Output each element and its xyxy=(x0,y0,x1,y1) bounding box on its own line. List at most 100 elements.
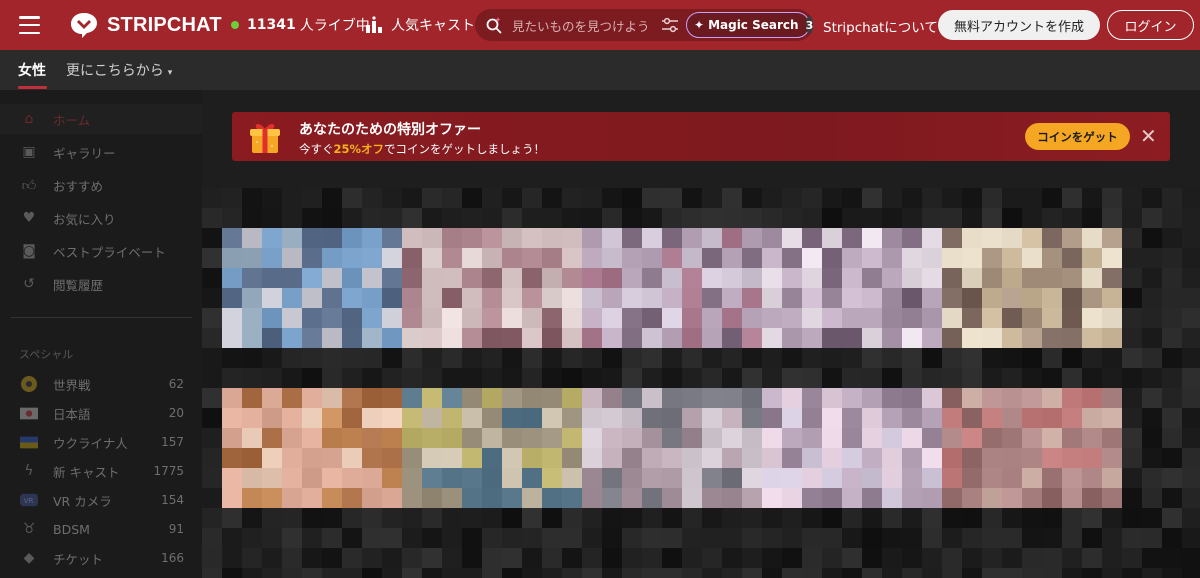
thumbnail-pixel xyxy=(562,308,582,328)
sidebar-item-vr-cams[interactable]: VR VR カメラ 154 xyxy=(0,485,202,515)
thumbnail-pixel xyxy=(642,408,662,428)
sidebar-item-world-cup[interactable]: 世界戦 62 xyxy=(0,369,202,399)
thumbnail-pixel xyxy=(682,548,702,568)
thumbnail-pixel xyxy=(842,428,862,448)
thumbnail-pixel xyxy=(462,448,482,468)
thumbnail-pixel xyxy=(942,408,962,428)
thumbnail-pixel xyxy=(1122,248,1142,268)
popular-casts-link[interactable]: 人気キャスト xyxy=(365,15,475,35)
thumbnail-pixel xyxy=(242,188,262,208)
thumbnail-pixel xyxy=(762,308,782,328)
close-icon[interactable]: ✕ xyxy=(1140,125,1157,147)
thumbnail-pixel xyxy=(762,288,782,308)
thumbnail-pixel xyxy=(982,228,1002,248)
login-button[interactable]: ログイン xyxy=(1107,10,1194,40)
thumbnail-pixel xyxy=(742,208,762,228)
thumbnail-pixel xyxy=(1082,248,1102,268)
thumbnail-pixel xyxy=(362,288,382,308)
search-bar[interactable]: 見たいものを見つけよう ✦ Magic Search 3 xyxy=(475,9,814,41)
thumbnail-pixel xyxy=(522,268,542,288)
thumbnail-pixel xyxy=(1142,368,1162,388)
thumbnail-pixel xyxy=(1082,208,1102,228)
thumbnail-pixel xyxy=(582,568,602,578)
create-account-button[interactable]: 無料アカウントを作成 xyxy=(938,10,1100,40)
thumbnail-pixel xyxy=(402,388,422,408)
thumbnail-pixel xyxy=(422,308,442,328)
thumbnail-pixel xyxy=(462,368,482,388)
thumbnail-pixel xyxy=(602,328,622,348)
thumbnail-pixel xyxy=(1082,388,1102,408)
thumbnail-pixel xyxy=(782,228,802,248)
thumbnail-pixel xyxy=(1022,348,1042,368)
thumbnail-pixel xyxy=(202,448,222,468)
thumbnail-pixel xyxy=(342,428,362,448)
thumbnail-pixel xyxy=(422,548,442,568)
thumbnail-pixel xyxy=(742,328,762,348)
thumbnail-pixel xyxy=(382,208,402,228)
thumbnail-pixel xyxy=(702,468,722,488)
thumbnail-pixel xyxy=(1122,208,1142,228)
tab-women[interactable]: 女性 xyxy=(18,60,46,80)
thumbnail-pixel xyxy=(922,528,942,548)
thumbnail-pixel xyxy=(922,488,942,508)
tab-more-dropdown[interactable]: 更にこちらから ▾ xyxy=(66,60,172,80)
thumbnail-pixel xyxy=(762,388,782,408)
sidebar-item-recommended[interactable]: 👍︎ おすすめ xyxy=(0,170,202,200)
thumbnail-pixel xyxy=(982,368,1002,388)
thumbnail-pixel xyxy=(922,228,942,248)
thumbnail-pixel xyxy=(782,528,802,548)
sidebar-item-favorites[interactable]: ♥ お気に入り xyxy=(0,203,202,233)
search-input[interactable]: 見たいものを見つけよう xyxy=(512,16,652,35)
sidebar-item-ukrainian[interactable]: ウクライナ人 157 xyxy=(0,427,202,457)
thumbnail-pixel xyxy=(782,468,802,488)
thumbnail-pixel xyxy=(682,328,702,348)
thumbnail-pixel xyxy=(1182,428,1200,448)
thumbnail-pixel xyxy=(682,288,702,308)
thumbnail-pixel xyxy=(1082,308,1102,328)
blurred-thumbnails[interactable] xyxy=(202,188,1200,578)
live-counter[interactable]: 11341 人ライブ中 xyxy=(231,15,370,35)
thumbnail-pixel xyxy=(722,268,742,288)
thumbnail-pixel xyxy=(362,388,382,408)
sidebar-item-bdsm[interactable]: ♉︎ BDSM 91 xyxy=(0,514,202,544)
thumbnail-pixel xyxy=(322,448,342,468)
sidebar-item-home[interactable]: ⌂ ホーム xyxy=(0,104,202,134)
logo[interactable]: STRIPCHAT xyxy=(69,11,222,39)
thumbnail-pixel xyxy=(922,368,942,388)
filter-icon[interactable] xyxy=(661,17,679,33)
sidebar-item-gallery[interactable]: ▣ ギャラリー xyxy=(0,137,202,167)
thumbnail-pixel xyxy=(1162,508,1182,528)
thumbnail-pixel xyxy=(1102,448,1122,468)
thumbnail-pixel xyxy=(822,528,842,548)
thumbnail-pixel xyxy=(302,528,322,548)
magic-search-button[interactable]: ✦ Magic Search 3 xyxy=(686,12,814,38)
thumbnail-pixel xyxy=(922,548,942,568)
thumbnail-pixel xyxy=(202,548,222,568)
thumbnail-pixel xyxy=(322,528,342,548)
sidebar-item-tickets[interactable]: ◆ チケット 166 xyxy=(0,543,202,573)
thumbnail-pixel xyxy=(302,388,322,408)
thumbnail-pixel xyxy=(1082,268,1102,288)
thumbnail-pixel xyxy=(1062,408,1082,428)
thumbnail-pixel xyxy=(882,468,902,488)
sidebar-item-history[interactable]: ↺ 閲覧履歴 xyxy=(0,269,202,299)
about-link[interactable]: Stripchatについて xyxy=(823,16,938,36)
thumbnail-pixel xyxy=(522,528,542,548)
thumbnail-pixel xyxy=(802,328,822,348)
get-coins-button[interactable]: コインをゲット xyxy=(1025,123,1130,150)
thumbnail-pixel xyxy=(702,228,722,248)
thumbnail-pixel xyxy=(862,368,882,388)
thumbnail-pixel xyxy=(782,448,802,468)
menu-icon[interactable] xyxy=(19,16,40,34)
thumbnail-pixel xyxy=(442,268,462,288)
thumbnail-pixel xyxy=(322,228,342,248)
promo-discount: 25%オフ xyxy=(333,142,385,156)
sidebar-item-japanese[interactable]: 日本語 20 xyxy=(0,398,202,428)
thumbnail-pixel xyxy=(262,548,282,568)
tab-more-label: 更にこちらから xyxy=(66,63,164,79)
sidebar-item-new-casts[interactable]: ϟ 新 キャスト 1775 xyxy=(0,456,202,486)
thumbnail-pixel xyxy=(482,548,502,568)
thumbnail-pixel xyxy=(402,348,422,368)
sidebar-item-best-private[interactable]: ◙ ベストプライベート xyxy=(0,236,202,266)
thumbnail-pixel xyxy=(962,468,982,488)
